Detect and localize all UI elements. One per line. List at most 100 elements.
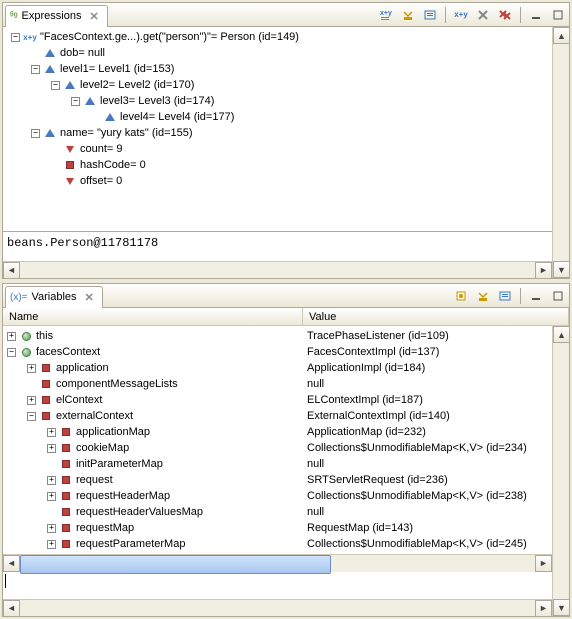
minimize-button[interactable] (527, 6, 545, 24)
tree-row[interactable]: −x+y"FacesContext.ge...).get("person")"=… (3, 29, 552, 45)
table-row[interactable]: +applicationMapApplicationMap (id=232) (3, 424, 552, 440)
expand-icon[interactable]: + (47, 444, 56, 453)
expand-button[interactable] (496, 287, 514, 305)
remove-all-button[interactable] (496, 6, 514, 24)
local-variable-icon (19, 345, 33, 359)
tab-expressions[interactable]: ᶿᵍ Expressions ✕ (5, 5, 108, 27)
scroll-down-icon[interactable]: ▼ (553, 599, 569, 616)
vertical-scrollbar[interactable]: ▲ ▼ (552, 27, 569, 278)
expand-icon[interactable]: + (27, 364, 36, 373)
table-row[interactable]: −externalContextExternalContextImpl (id=… (3, 408, 552, 424)
tree-row[interactable]: offset= 0 (3, 173, 552, 189)
horizontal-scrollbar[interactable]: ◄ ► (3, 554, 552, 571)
collapse-icon[interactable]: − (71, 97, 80, 106)
expand-icon[interactable]: + (27, 396, 36, 405)
collapse-icon[interactable]: − (27, 412, 36, 421)
variable-value: ELContextImpl (id=187) (303, 394, 552, 406)
tree-row-label: level2= Level2 (id=170) (80, 79, 194, 91)
scroll-right-icon[interactable]: ► (535, 555, 552, 572)
minimize-button[interactable] (527, 287, 545, 305)
expressions-toolbar: x+y x+y (377, 3, 567, 26)
variables-tree[interactable]: +thisTracePhaseListener (id=109)−facesCo… (3, 326, 552, 554)
scroll-up-icon[interactable]: ▲ (553, 27, 569, 44)
expressions-tree[interactable]: −x+y"FacesContext.ge...).get("person")"=… (3, 27, 552, 231)
scroll-left-icon[interactable]: ◄ (3, 555, 20, 572)
tree-row[interactable]: −name= "yury kats" (id=155) (3, 125, 552, 141)
table-row[interactable]: + elContext ELContextImpl (id=187) (3, 392, 552, 408)
collapse-icon[interactable]: − (7, 348, 16, 357)
collapse-icon[interactable]: − (31, 65, 40, 74)
table-row[interactable]: componentMessageListsnull (3, 376, 552, 392)
collapse-icon[interactable]: − (51, 81, 60, 90)
expand-icon[interactable]: + (47, 524, 56, 533)
field-icon (43, 126, 57, 140)
table-row[interactable]: requestHeaderValuesMapnull (3, 504, 552, 520)
tree-row[interactable]: hashCode= 0 (3, 157, 552, 173)
add-watch-button[interactable]: x+y (452, 6, 470, 24)
scroll-up-icon[interactable]: ▲ (553, 326, 569, 343)
final-field-icon (63, 174, 77, 188)
tree-row[interactable]: − level2= Level2 (id=170) (3, 77, 552, 93)
private-field-icon (59, 473, 73, 487)
variable-value: SRTServletRequest (id=236) (303, 474, 552, 486)
collapse-all-button[interactable] (399, 6, 417, 24)
tree-row[interactable]: −level1= Level1 (id=153) (3, 61, 552, 77)
collapse-icon[interactable]: − (11, 33, 20, 42)
column-header-name[interactable]: Name (3, 308, 303, 325)
tree-row-label: level4= Level4 (id=177) (120, 111, 234, 123)
expand-icon[interactable]: + (47, 492, 56, 501)
variable-name: elContext (56, 394, 102, 406)
scroll-left-icon[interactable]: ◄ (3, 600, 20, 617)
table-row[interactable]: +applicationApplicationImpl (id=184) (3, 360, 552, 376)
variable-value: ExternalContextImpl (id=140) (303, 410, 552, 422)
watch-expression-icon: x+y (23, 30, 37, 44)
tree-row[interactable]: level4= Level4 (id=177) (3, 109, 552, 125)
scroll-down-icon[interactable]: ▼ (553, 261, 569, 278)
variables-detail[interactable] (3, 571, 552, 599)
twist-spacer (47, 508, 56, 517)
maximize-button[interactable] (549, 6, 567, 24)
table-row[interactable]: +requestSRTServletRequest (id=236) (3, 472, 552, 488)
vertical-scrollbar[interactable]: ▲ ▼ (552, 326, 569, 616)
horizontal-scrollbar[interactable]: ◄ ► (3, 261, 552, 278)
table-row[interactable]: +requestParameterMapCollections$Unmodifi… (3, 536, 552, 552)
collapse-icon[interactable]: − (31, 129, 40, 138)
horizontal-scrollbar[interactable]: ◄ ► (3, 599, 552, 616)
variables-toolbar (452, 284, 567, 307)
expand-icon[interactable]: + (47, 540, 56, 549)
variable-value: Collections$UnmodifiableMap<K,V> (id=238… (303, 490, 552, 502)
table-row[interactable]: initParameterMapnull (3, 456, 552, 472)
tab-variables[interactable]: (x)= Variables ✕ (5, 286, 103, 308)
expand-icon[interactable]: + (47, 428, 56, 437)
expand-button[interactable] (421, 6, 439, 24)
twist-spacer (51, 177, 60, 186)
collapse-all-button[interactable] (474, 287, 492, 305)
maximize-button[interactable] (549, 287, 567, 305)
remove-button[interactable] (474, 6, 492, 24)
twist-spacer (51, 161, 60, 170)
twist-spacer (91, 113, 100, 122)
column-header-value[interactable]: Value (303, 308, 569, 325)
table-row[interactable]: +requestHeaderMapCollections$Unmodifiabl… (3, 488, 552, 504)
tree-row[interactable]: dob= null (3, 45, 552, 61)
field-icon (63, 78, 77, 92)
table-row[interactable]: −facesContextFacesContextImpl (id=137) (3, 344, 552, 360)
table-row[interactable]: +requestMapRequestMap (id=143) (3, 520, 552, 536)
close-icon[interactable]: ✕ (85, 291, 94, 304)
private-field-icon (39, 377, 53, 391)
expand-icon[interactable]: + (47, 476, 56, 485)
scroll-left-icon[interactable]: ◄ (3, 262, 20, 279)
table-row[interactable]: +cookieMapCollections$UnmodifiableMap<K,… (3, 440, 552, 456)
expressions-detail[interactable]: beans.Person@11781178 (3, 231, 552, 261)
tree-row-label: dob= null (60, 47, 105, 59)
tree-row[interactable]: −level3= Level3 (id=174) (3, 93, 552, 109)
twist-spacer (47, 460, 56, 469)
expand-icon[interactable]: + (7, 332, 16, 341)
scroll-right-icon[interactable]: ► (535, 600, 552, 617)
scroll-right-icon[interactable]: ► (535, 262, 552, 279)
show-type-names-button[interactable]: x+y (377, 6, 395, 24)
tree-row[interactable]: count= 9 (3, 141, 552, 157)
close-icon[interactable]: ✕ (89, 10, 98, 23)
show-logical-button[interactable] (452, 287, 470, 305)
table-row[interactable]: +thisTracePhaseListener (id=109) (3, 328, 552, 344)
